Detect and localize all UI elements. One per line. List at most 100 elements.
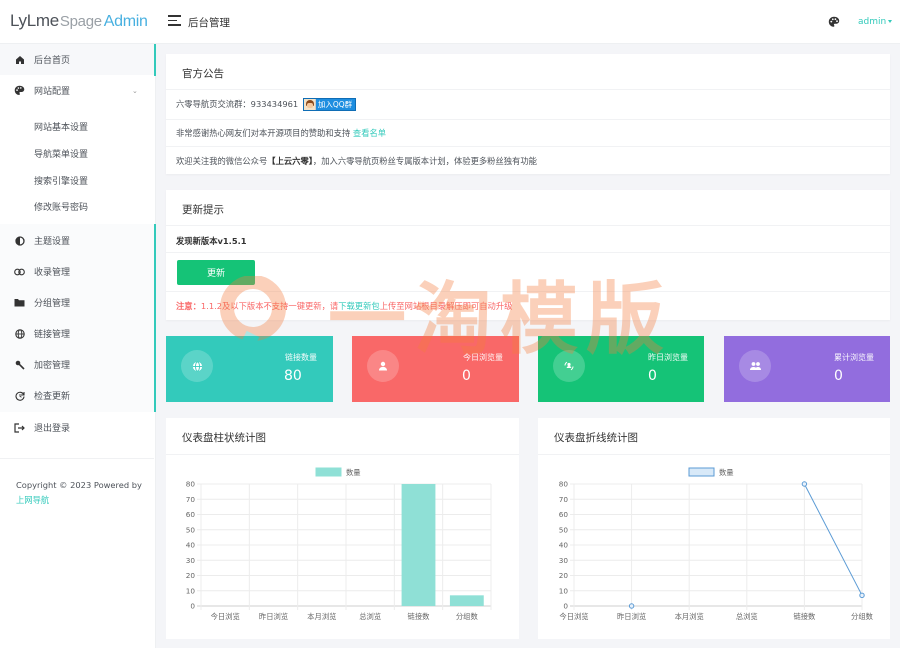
sidebar-item-check-update[interactable]: 检查更新	[0, 380, 154, 411]
x-tick-label: 总浏览	[736, 612, 758, 621]
sidebar-subitem-change-password[interactable]: 修改账号密码	[34, 200, 88, 213]
contrast-icon	[14, 235, 25, 246]
legend-label: 数量	[719, 468, 734, 477]
divider	[166, 291, 890, 292]
qq-group-text: 六零导航页交流群：933434961	[176, 99, 299, 109]
user-dropdown[interactable]: admin	[858, 17, 893, 27]
sidebar-scroll-indicator	[154, 224, 156, 412]
sidebar-subitem-basic-settings[interactable]: 网站基本设置	[34, 120, 88, 133]
page-title: 后台管理	[188, 17, 230, 29]
divider	[166, 119, 890, 120]
announcement-line-wechat: 欢迎关注我的微信公众号【上云六零】，加入六零导航页粉丝专属版本计划，体验更多粉丝…	[176, 155, 537, 167]
divider	[166, 89, 890, 90]
y-tick-label: 10	[559, 586, 569, 595]
y-tick-label: 60	[186, 510, 196, 519]
update-button[interactable]: 更新	[177, 260, 255, 285]
sidebar-item-encryption[interactable]: 加密管理	[0, 349, 154, 380]
join-qq-label: 加入QQ群	[317, 100, 353, 109]
sidebar-item-label: 加密管理	[34, 361, 71, 371]
sidebar-item-groups[interactable]: 分组管理	[0, 287, 154, 318]
stat-tile-yesterday-views: 昨日浏览量 0	[538, 336, 704, 402]
divider	[166, 225, 890, 226]
stat-tile-today-views: 今日浏览量 0	[352, 336, 519, 402]
sidebar-divider	[0, 458, 154, 459]
sidebar-item-submissions[interactable]: 收录管理	[0, 256, 154, 287]
group-icon	[739, 350, 771, 382]
qq-avatar-icon	[303, 99, 316, 110]
x-tick-label: 本月浏览	[675, 612, 704, 621]
stat-label: 今日浏览量	[463, 353, 503, 362]
chevron-down-icon	[888, 20, 893, 23]
y-tick-label: 80	[559, 480, 569, 489]
bar-chart: 数量 0 10 20 30 40 50 60 70 80 今日浏览 昨日浏览 本月浏览 总浏览 链接数 分组数	[186, 467, 492, 621]
y-tick-label: 80	[186, 480, 196, 489]
refresh-user-icon	[553, 350, 585, 382]
download-package-link[interactable]: 下载更新包	[338, 301, 380, 311]
chevron-down-icon: ⌄	[132, 86, 138, 95]
stat-label: 累计浏览量	[834, 353, 874, 362]
join-qq-group-button[interactable]: 加入QQ群	[302, 98, 357, 111]
y-tick-label: 20	[186, 571, 196, 580]
logo-part-2: Spage	[59, 13, 102, 30]
sidebar-scroll-indicator	[154, 44, 156, 76]
y-tick-label: 50	[559, 525, 569, 534]
x-tick-label: 总浏览	[359, 612, 381, 621]
theme-palette-icon[interactable]	[828, 16, 840, 28]
sidebar-item-label: 链接管理	[34, 330, 71, 340]
y-tick-label: 60	[559, 510, 569, 519]
sidebar-item-label: 后台首页	[34, 56, 71, 66]
copyright-link[interactable]: 上网导航	[16, 495, 49, 505]
x-tick-label: 链接数	[408, 612, 431, 621]
top-bar: LyLmeSpage Admin 后台管理 admin	[0, 0, 900, 44]
app-logo[interactable]: LyLmeSpage Admin	[10, 11, 148, 31]
view-list-link[interactable]: 查看名单	[353, 128, 386, 138]
bar	[449, 595, 484, 606]
wechat-account: 【上云六零】	[267, 156, 313, 166]
data-point	[859, 592, 865, 599]
y-tick-label: 50	[186, 525, 196, 534]
x-tick-label: 本月浏览	[307, 612, 336, 621]
sidebar-item-dashboard[interactable]: 后台首页	[0, 44, 154, 75]
y-tick-label: 40	[559, 541, 569, 550]
sidebar-item-label: 网站配置	[34, 87, 71, 97]
legend-swatch	[688, 467, 715, 477]
x-tick-label: 今日浏览	[559, 612, 588, 621]
stat-value: 80	[284, 368, 302, 384]
divider	[166, 146, 890, 147]
y-tick-label: 70	[559, 495, 569, 504]
stat-label: 链接数量	[285, 353, 317, 362]
data-point	[801, 481, 808, 487]
y-tick-label: 30	[186, 556, 196, 565]
wechat-text: 欢迎关注我的微信公众号	[176, 156, 268, 166]
legend-label: 数量	[346, 468, 361, 477]
announcement-line-qq: 六零导航页交流群：933434961 加入QQ群	[176, 98, 357, 111]
logo-part-1: LyLme	[10, 11, 59, 30]
update-card: 更新提示 发现新版本v1.5.1 更新 注意：1.1.2及以下版本不支持一键更新…	[166, 190, 890, 320]
sidebar-item-label: 主题设置	[34, 237, 71, 247]
y-tick-label: 20	[559, 571, 569, 580]
palette-icon	[14, 85, 25, 96]
y-tick-label: 0	[190, 602, 195, 611]
line-segment	[803, 483, 863, 596]
sidebar-item-site-config[interactable]: 网站配置 ⌄	[0, 75, 154, 106]
logo-part-3: Admin	[103, 13, 148, 30]
x-tick-label: 昨日浏览	[617, 612, 646, 621]
menu-toggle-icon[interactable]	[168, 15, 181, 27]
card-title: 官方公告	[182, 68, 224, 80]
y-tick-label: 10	[186, 586, 196, 595]
stat-label: 昨日浏览量	[648, 353, 688, 362]
notice-text-2: 上传至网站根目录解压即可自动升级	[379, 301, 513, 311]
stat-value: 0	[834, 368, 843, 384]
x-tick-label: 今日浏览	[211, 612, 240, 621]
new-version-text: 发现新版本v1.5.1	[176, 236, 247, 246]
sidebar-item-label: 收录管理	[34, 268, 71, 278]
sidebar-subitem-search-engine-settings[interactable]: 搜索引擎设置	[34, 174, 88, 187]
sidebar-item-theme[interactable]: 主题设置	[0, 225, 154, 256]
notice-label: 注意：	[176, 301, 201, 311]
stat-value: 0	[462, 368, 471, 384]
sidebar-item-links[interactable]: 链接管理	[0, 318, 154, 349]
sidebar-item-logout[interactable]: 退出登录	[0, 412, 154, 443]
line-chart-card: 仪表盘折线统计图 数量 0 10 20 30 40 50 60 70 80 今日浏览 昨日浏览 本月浏览…	[538, 418, 890, 639]
announcement-line-thanks: 非常感谢热心网友们对本开源项目的赞助和支持 查看名单	[176, 127, 386, 139]
sidebar-subitem-nav-menu-settings[interactable]: 导航菜单设置	[34, 147, 88, 160]
